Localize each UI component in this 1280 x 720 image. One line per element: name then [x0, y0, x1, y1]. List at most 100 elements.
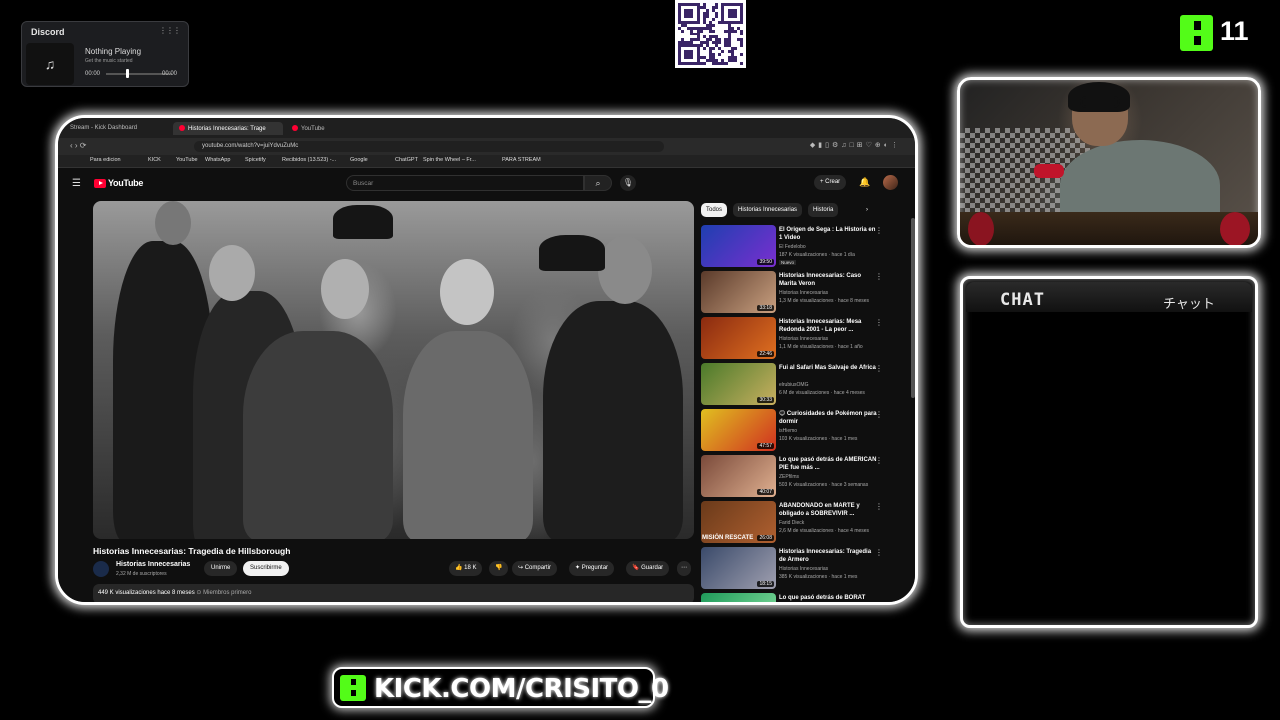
ask-button[interactable]: ✦ Preguntar [569, 561, 615, 576]
video-thumbnail[interactable]: MISIÓN RESCATE 26:08 [701, 501, 776, 543]
more-actions-icon[interactable]: ⋯ [677, 561, 691, 576]
channel-avatar[interactable] [93, 561, 109, 577]
more-options-icon[interactable]: ⋮ [875, 456, 883, 465]
recommended-title: ABANDONADO en MARTE y obligado a SOBREVI… [779, 503, 860, 517]
hamburger-menu-icon[interactable]: ☰ [72, 178, 81, 189]
scrollbar[interactable] [911, 218, 915, 398]
video-thumbnail[interactable]: 33:18 [701, 271, 776, 313]
recommended-title: Lo que pasó detrás de BORAT [779, 595, 866, 601]
recommended-video[interactable]: 33:18 Historias Innecesarias: Caso Marita… [701, 271, 911, 315]
bookmark-item[interactable]: WhatsApp [205, 157, 230, 163]
tab-kick-dashboard[interactable]: Stream - Kick Dashboard [64, 122, 168, 135]
bookmarks-bar: Para edicion KICK YouTube WhatsApp Spicetify… [58, 155, 915, 168]
kick-logo-icon [1180, 15, 1213, 51]
filter-chip[interactable]: Todos [701, 203, 728, 217]
video-thumbnail[interactable]: 18:15 [701, 547, 776, 589]
discord-widget: Discord ⋮⋮⋮ ♫ Nothing Playing Get the mu… [21, 21, 189, 87]
more-options-icon[interactable]: ⋮ [875, 502, 883, 511]
video-duration: 26:08 [757, 535, 774, 541]
youtube-tab-icon [179, 125, 185, 131]
recommended-video[interactable]: 18:15 Historias Innecesarias: Tragedia de… [701, 547, 911, 591]
more-options-icon[interactable]: ⋮ [875, 226, 883, 235]
video-thumbnail[interactable]: 30:33 [701, 363, 776, 405]
chat-panel: CHAT チャット [960, 276, 1258, 628]
recommended-video[interactable]: 22:46 Historias Innecesarias: Mesa Redond… [701, 317, 911, 361]
like-button[interactable]: 👍 18 K [449, 561, 483, 576]
filter-chip[interactable]: Historia [808, 203, 839, 217]
video-duration: 22:46 [757, 351, 774, 357]
video-thumbnail[interactable]: 22:46 [701, 317, 776, 359]
tab-bar: Stream - Kick Dashboard Historias Innece… [58, 118, 915, 138]
search-input[interactable]: Buscar [346, 175, 584, 191]
more-options-icon[interactable]: ⋮ [875, 548, 883, 557]
recommended-channel: Historias Innecesarias [779, 336, 829, 342]
bookmark-item[interactable]: KICK [148, 157, 161, 163]
kick-channel-url: KICK.COM/CRISITO_0 [374, 674, 669, 704]
video-thumbnail[interactable] [701, 593, 776, 602]
notifications-bell-icon[interactable]: 🔔 [859, 177, 870, 188]
extensions-toolbar[interactable]: ◆▮▯⚙♫□⊞♡⊕◐⋮ [810, 141, 901, 149]
members-first-label: ⊙ Miembros primero [196, 590, 252, 596]
recommended-video[interactable]: MISIÓN RESCATE 26:08 ABANDONADO en MARTE y… [701, 501, 911, 545]
more-options-icon[interactable]: ⋮ [875, 410, 883, 419]
recommended-meta: 503 K visualizaciones · hace 3 semanas [779, 482, 869, 488]
channel-name[interactable]: Historias Innecesarias [116, 561, 190, 568]
recommended-title: Fui al Safari Mas Salvaje de Africa [779, 365, 876, 371]
bookmark-item[interactable]: ChatGPT [395, 157, 418, 163]
recommended-video[interactable]: Lo que pasó detrás de BORAT [701, 593, 911, 602]
video-thumbnail[interactable]: 39:50 [701, 225, 776, 267]
youtube-logo[interactable]: YouTube [94, 178, 143, 188]
bookmark-item[interactable]: Google [350, 157, 368, 163]
recommended-video[interactable]: 30:33 Fui al Safari Mas Salvaje de Africa… [701, 363, 911, 407]
video-title: Historias Innecesarias: Tragedia de Hill… [93, 546, 291, 556]
recommended-meta: 385 K visualizaciones · hace 1 mes [779, 574, 858, 580]
dislike-button[interactable]: 👎 [489, 561, 509, 576]
nav-buttons[interactable]: ‹ › ⟳ [70, 141, 86, 150]
video-thumbnail[interactable]: 47:57 [701, 409, 776, 451]
create-button[interactable]: + Crear [814, 175, 847, 190]
bookmark-item[interactable]: YouTube [176, 157, 198, 163]
save-button[interactable]: 🔖 Guardar [626, 561, 670, 576]
recommended-video[interactable]: 39:50 El Origen de Sega : La Historia en … [701, 225, 911, 269]
filter-chip[interactable]: Historias Innecesarias [733, 203, 803, 217]
recommended-meta: 187 K visualizaciones · hace 1 día [779, 252, 855, 258]
avatar[interactable] [883, 175, 898, 190]
progress-knob[interactable] [126, 69, 129, 78]
description-box[interactable]: 449 K visualizaciones hace 8 meses ⊙ Mie… [93, 584, 694, 602]
video-player[interactable] [93, 201, 694, 539]
url-field[interactable]: youtube.com/watch?v=juiYdvuZuMc [194, 141, 664, 152]
tab-historias[interactable]: Historias Innecesarias: Trage [173, 122, 283, 135]
more-options-icon[interactable]: ⋮ [875, 364, 883, 373]
bookmark-item[interactable]: Spin the Wheel – Fr... [423, 157, 476, 163]
more-options-icon[interactable]: ⋮ [875, 318, 883, 327]
subscriber-count: 2,32 M de suscriptores [116, 571, 167, 577]
recommended-meta: 1,3 M de visualizaciones · hace 8 meses [779, 298, 870, 304]
microphone-icon[interactable]: 🎙 [620, 175, 636, 191]
bookmark-item[interactable]: Para edicion [90, 157, 121, 163]
more-options-icon[interactable]: ⋮ [875, 272, 883, 281]
search-icon[interactable]: ⌕ [584, 175, 612, 191]
recommended-channel: elrubiusOMG [779, 382, 809, 388]
join-button[interactable]: Unirme [204, 561, 238, 576]
webcam-feed [957, 77, 1261, 248]
drag-handle-icon[interactable]: ⋮⋮⋮ [159, 26, 181, 35]
video-thumbnail[interactable]: 40:07 [701, 455, 776, 497]
browser-window: Stream - Kick Dashboard Historias Innece… [55, 115, 918, 605]
recommended-title: Historias Innecesarias: Caso Marita Vero… [779, 273, 862, 287]
new-badge: Nuevo [779, 260, 797, 265]
bookmark-item[interactable]: PARA STREAM [502, 157, 541, 163]
recommended-title: 😊 Curiosidades de Pokémon para dormir [779, 411, 877, 425]
recommended-meta: 2,6 M de visualizaciones · hace 4 meses [779, 528, 870, 534]
recommended-video[interactable]: 47:57 😊 Curiosidades de Pokémon para dorm… [701, 409, 911, 453]
address-bar-row: ‹ › ⟳ youtube.com/watch?v=juiYdvuZuMc ◆▮… [58, 138, 915, 155]
chevron-right-icon[interactable]: › [861, 203, 873, 217]
subscribe-button[interactable]: Suscribirme [243, 561, 289, 576]
share-button[interactable]: ↪ Compartir [512, 561, 558, 576]
bookmark-item[interactable]: Spicetify [245, 157, 266, 163]
bookmark-item[interactable]: Recibidos (13.523) -... [282, 157, 336, 163]
tab-youtube[interactable]: YouTube [286, 122, 396, 135]
recommended-video[interactable]: 40:07 Lo que pasó detrás de AMERICAN PIE … [701, 455, 911, 499]
video-duration: 40:07 [757, 489, 774, 495]
recommended-meta: 103 K visualizaciones · hace 1 mes [779, 436, 858, 442]
recommended-meta: 1,1 M de visualizaciones · hace 1 año [779, 344, 863, 350]
